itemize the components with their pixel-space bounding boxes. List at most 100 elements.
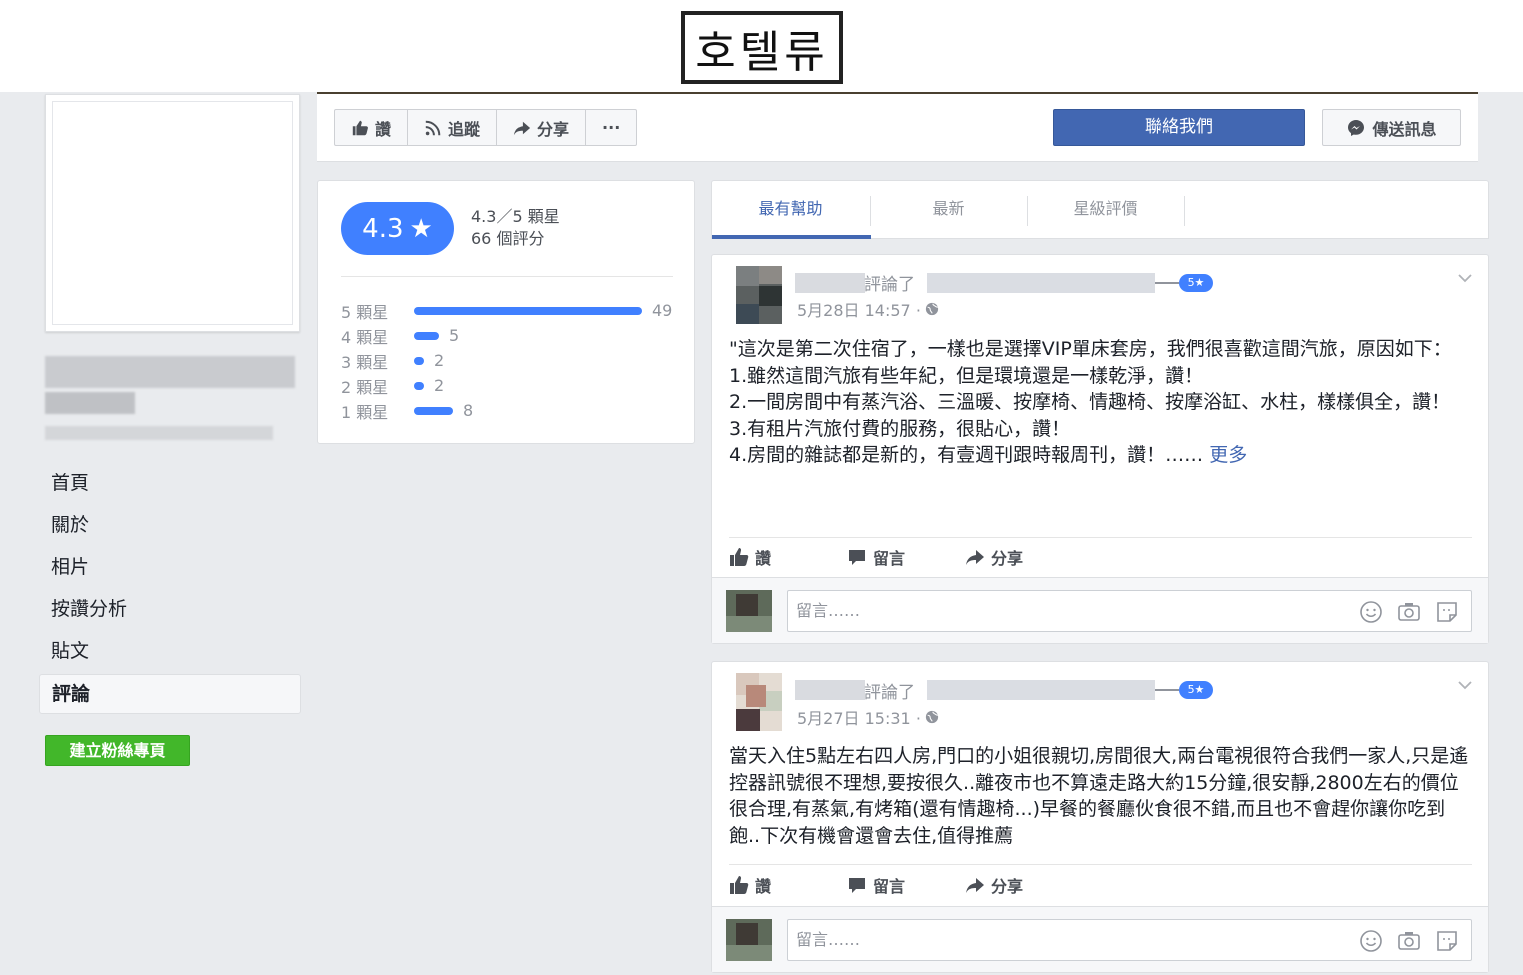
camera-icon[interactable]: [1397, 929, 1421, 953]
review-post: 評論了 5★ 5月28日 14:57 · "這次是第二次住宿了，一樣也是選擇VI…: [711, 254, 1489, 644]
like-page-button[interactable]: 讚: [335, 110, 409, 145]
thumbs-up-icon: [730, 876, 749, 894]
rating-row-label: 5 顆星: [341, 302, 389, 322]
contact-us-button[interactable]: 聯絡我們: [1053, 109, 1305, 146]
create-page-button[interactable]: 建立粉絲專頁: [45, 735, 190, 766]
review-body: 當天入住5點左右四人房,門口的小姐很親切,房間很大,兩台電視很符合我們一家人,只…: [729, 743, 1472, 849]
page-button-group: 讚 追蹤 分享 ···: [334, 109, 638, 146]
review-post: 評論了 5★ 5月27日 15:31 · 當天入住5點左右四人房,門口的小姐很親…: [711, 661, 1489, 973]
rating-average-text: 4.3／5 顆星: [471, 207, 560, 226]
star-icon: ★: [409, 213, 433, 244]
like-label: 讚: [755, 549, 772, 568]
rating-row-label: 1 顆星: [341, 402, 389, 422]
sidebar-item-photos[interactable]: 相片: [39, 546, 301, 588]
comment-input[interactable]: 留言……: [787, 590, 1472, 632]
thumbs-up-icon: [730, 548, 749, 566]
post-divider: [729, 537, 1472, 538]
tab-most-helpful[interactable]: 最有幫助: [712, 181, 869, 239]
speech-bubble-icon: [849, 878, 865, 893]
post-actions: 讚 留言 分享: [729, 545, 1083, 569]
send-message-button[interactable]: 傳送訊息: [1322, 109, 1461, 146]
share-page-button[interactable]: 分享: [497, 110, 587, 145]
review-text: 當天入住5點左右四人房,門口的小姐很親切,房間很大,兩台電視很符合我們一家人,只…: [729, 745, 1469, 847]
like-label: 讚: [755, 877, 772, 896]
like-button[interactable]: 讚: [729, 545, 847, 569]
tab-newest[interactable]: 最新: [870, 181, 1027, 239]
page-name-blurred[interactable]: [927, 273, 1155, 293]
smiley-icon[interactable]: [1359, 929, 1383, 953]
sticker-icon[interactable]: [1435, 600, 1459, 624]
see-more-link[interactable]: 更多: [1209, 444, 1247, 466]
sidebar-item-reviews[interactable]: 評論: [39, 674, 301, 714]
badge-connector: [1155, 689, 1179, 691]
post-date[interactable]: 5月27日 15:31 ·: [797, 705, 921, 729]
tab-separator: [1184, 196, 1185, 226]
star-badge: 5★: [1179, 274, 1213, 292]
rating-bar: [414, 406, 453, 415]
rating-bar: [414, 381, 424, 390]
chevron-down-icon[interactable]: [1456, 676, 1474, 694]
blurred-category-line: [45, 426, 273, 440]
send-message-label: 傳送訊息: [1372, 119, 1437, 139]
blurred-name-line-1: [45, 356, 295, 388]
comment-input[interactable]: 留言……: [787, 919, 1472, 961]
stamp-text: 호텔류: [695, 26, 829, 78]
follow-label: 追蹤: [448, 119, 481, 139]
page-name-blurred[interactable]: [927, 680, 1155, 700]
rating-bar: [414, 356, 424, 365]
chevron-down-icon[interactable]: [1456, 269, 1474, 287]
comment-composer: 留言……: [712, 906, 1488, 972]
thumbs-up-icon: [352, 120, 368, 135]
more-options-button[interactable]: ···: [586, 110, 636, 145]
share-arrow-icon: [966, 878, 984, 893]
sticker-icon[interactable]: [1435, 929, 1459, 953]
post-divider: [729, 864, 1472, 865]
rating-value: 4.3: [362, 213, 404, 244]
reviewer-avatar[interactable]: [736, 673, 782, 731]
share-button[interactable]: 分享: [965, 545, 1083, 569]
sidebar-item-home[interactable]: 首頁: [39, 462, 301, 504]
rating-row-label: 2 顆星: [341, 377, 389, 397]
rating-row[interactable]: 5 顆星 49: [341, 298, 672, 323]
reviewer-avatar[interactable]: [736, 266, 782, 324]
camera-icon[interactable]: [1397, 600, 1421, 624]
comment-composer: 留言……: [712, 577, 1488, 643]
rss-icon: [425, 120, 441, 135]
sidebar-item-posts[interactable]: 貼文: [39, 630, 301, 672]
like-button[interactable]: 讚: [729, 873, 847, 897]
sidebar-nav: 首頁 關於 相片 按讚分析 貼文 評論: [39, 462, 301, 714]
reviewer-name-blurred[interactable]: [795, 680, 865, 700]
rating-row[interactable]: 1 顆星 8: [341, 398, 473, 423]
share-arrow-icon: [513, 121, 531, 135]
comment-button[interactable]: 留言: [847, 545, 965, 569]
page-action-bar: 讚 追蹤 分享 ··· 聯絡我們 傳送訊息: [317, 94, 1478, 162]
tab-star-rating[interactable]: 星級評價: [1027, 181, 1184, 239]
smiley-icon[interactable]: [1359, 600, 1383, 624]
reviewed-label: 評論了: [864, 275, 915, 295]
speech-bubble-icon: [849, 550, 865, 565]
reviewer-name-blurred[interactable]: [795, 273, 865, 293]
share-arrow-icon: [966, 550, 984, 565]
rating-row[interactable]: 3 顆星 2: [341, 348, 444, 373]
rating-row[interactable]: 4 顆星 5: [341, 323, 459, 348]
rating-pill: 4.3 ★: [341, 202, 454, 255]
rating-row-label: 4 顆星: [341, 327, 389, 347]
post-date[interactable]: 5月28日 14:57 ·: [797, 297, 921, 321]
follow-button[interactable]: 追蹤: [408, 110, 498, 145]
active-tab-indicator: [712, 235, 871, 239]
sidebar-item-likes[interactable]: 按讚分析: [39, 588, 301, 630]
messenger-icon: [1348, 119, 1365, 136]
comment-button[interactable]: 留言: [847, 873, 965, 897]
rating-row-count: 2: [434, 351, 445, 370]
star-badge: 5★: [1179, 681, 1213, 699]
post-meta: 5月28日 14:57 ·: [797, 297, 939, 321]
profile-picture-frame: [52, 101, 293, 325]
profile-picture[interactable]: [45, 94, 300, 332]
viewer-avatar: [726, 919, 772, 961]
comment-placeholder: 留言……: [796, 601, 861, 620]
share-label: 分享: [991, 877, 1024, 896]
rating-row-count: 49: [652, 301, 673, 320]
rating-row[interactable]: 2 顆星 2: [341, 373, 444, 398]
sidebar-item-about[interactable]: 關於: [39, 504, 301, 546]
share-button[interactable]: 分享: [965, 873, 1083, 897]
